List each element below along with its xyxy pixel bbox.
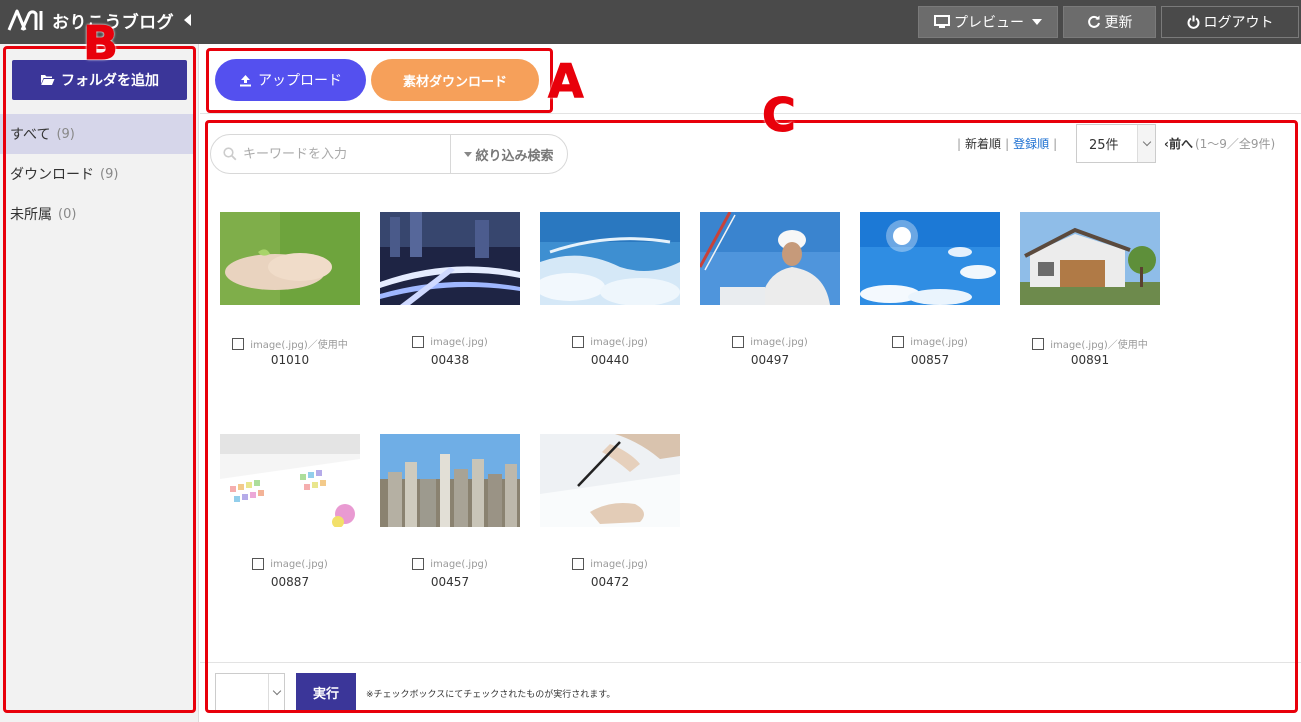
logout-label: ログアウト [1203, 15, 1274, 31]
preview-button[interactable]: プレビュー [918, 6, 1058, 38]
refresh-button[interactable]: 更新 [1063, 6, 1156, 38]
preview-label: プレビュー [954, 15, 1024, 31]
annotation-label-c: C [762, 88, 797, 142]
annotation-box-a [206, 48, 553, 113]
annotation-box-b [3, 46, 196, 713]
collapse-sidebar-icon[interactable] [184, 14, 192, 26]
refresh-label: 更新 [1104, 15, 1133, 31]
power-icon [1187, 15, 1199, 29]
refresh-icon [1087, 15, 1100, 28]
annotation-box-c [205, 120, 1298, 713]
divider [200, 113, 1301, 114]
logout-button[interactable]: ログアウト [1161, 6, 1299, 38]
chevron-down-icon [1032, 19, 1042, 25]
top-bar: おりこうブログ プレビュー 更新 ログアウト [0, 0, 1301, 44]
annotation-label-a: A [548, 54, 585, 108]
annotation-label-b: B [82, 16, 119, 70]
logo-mark-icon [7, 9, 43, 31]
monitor-icon [934, 15, 950, 28]
